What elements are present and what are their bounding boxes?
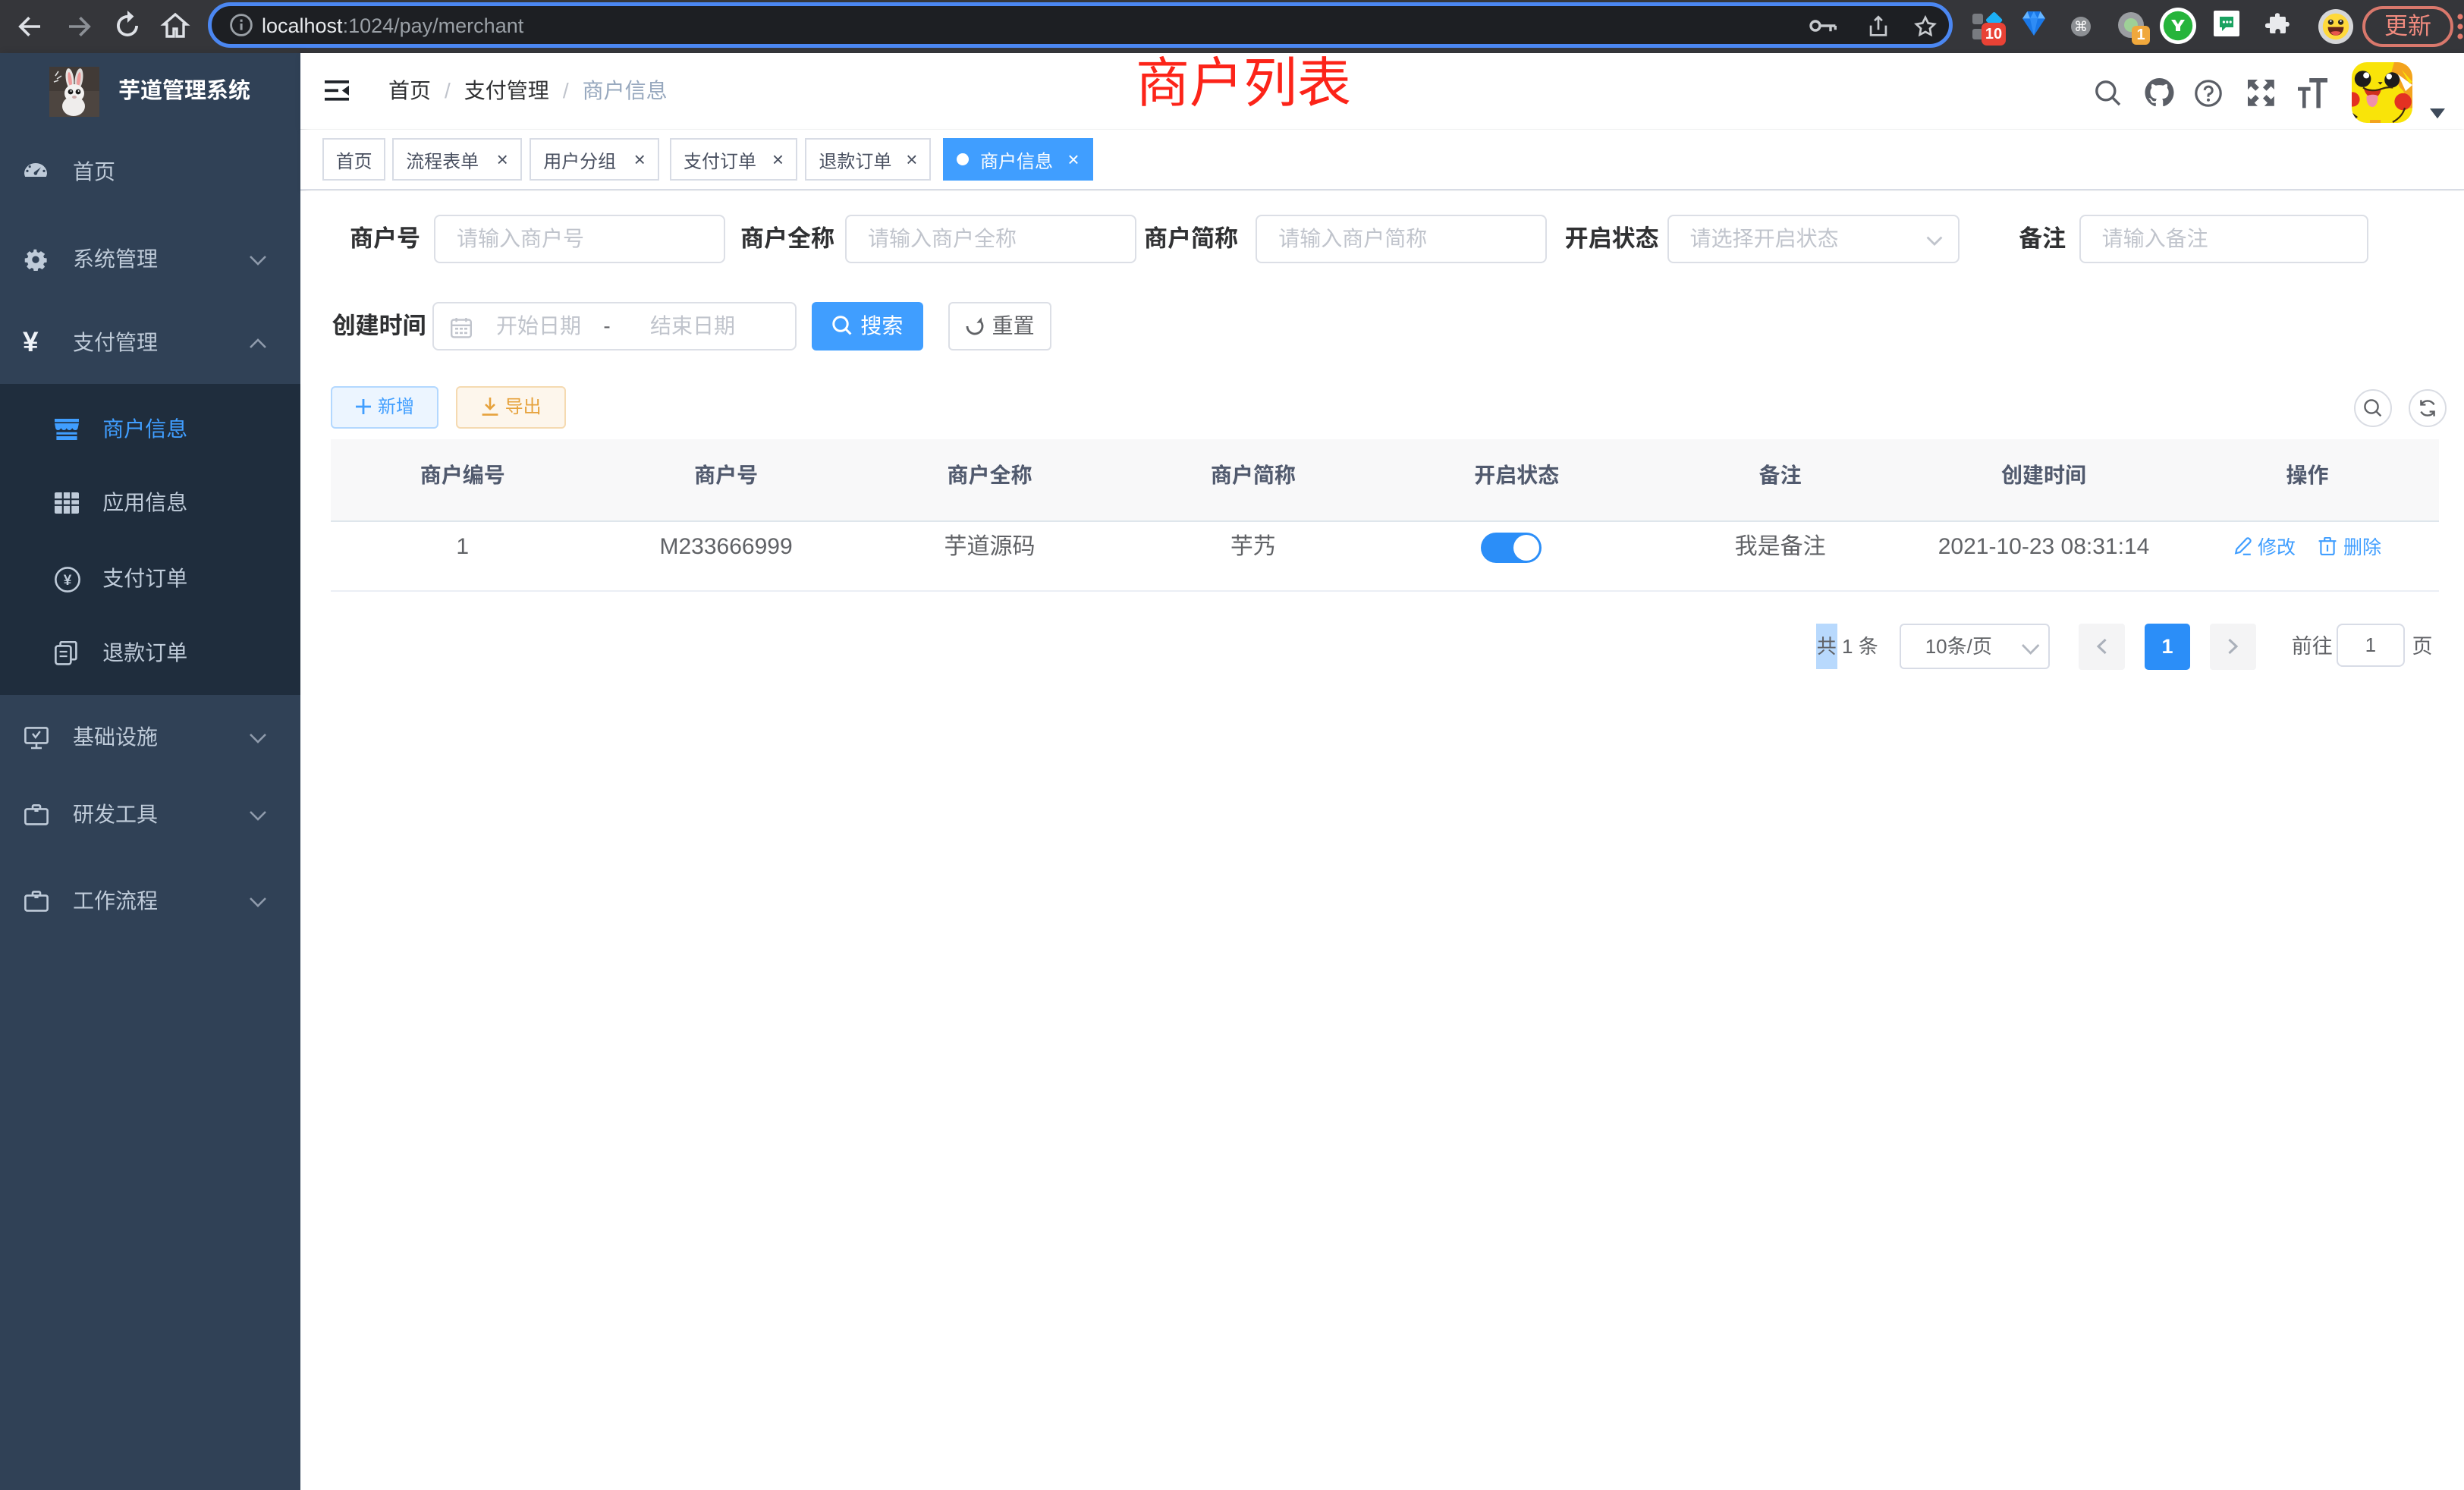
svg-text:⌘: ⌘ <box>2074 19 2088 34</box>
svg-text:¥: ¥ <box>64 573 72 589</box>
